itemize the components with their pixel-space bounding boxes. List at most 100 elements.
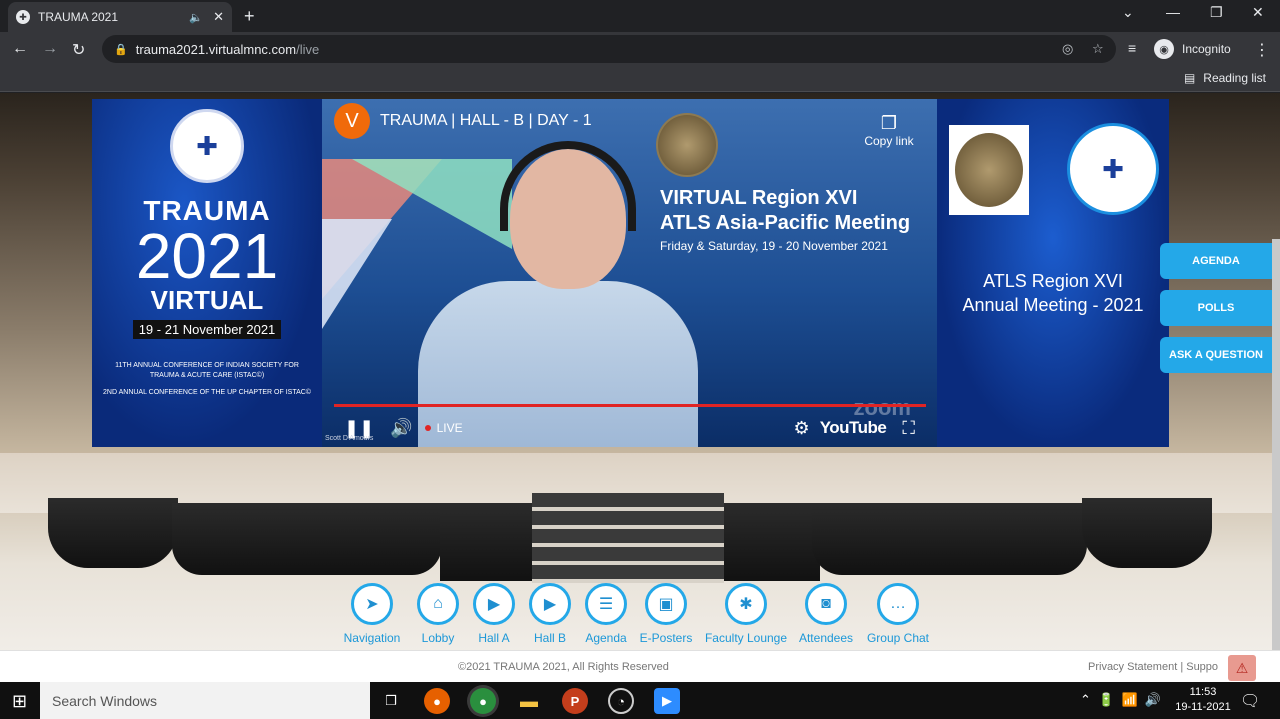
site-favicon-icon: ✚	[16, 10, 30, 24]
polls-button[interactable]: POLLS	[1160, 290, 1272, 326]
meeting-title: ATLS Region XVI Annual Meeting - 2021	[937, 269, 1169, 317]
faculty-lounge-icon: ✱	[725, 583, 767, 625]
speaker-headset	[500, 141, 636, 231]
video-title[interactable]: TRAUMA | HALL - B | DAY - 1	[380, 112, 592, 130]
browser-tab-strip: ✚ TRAUMA 2021 🔈 ✕ + ⌄ — ❐ ✕	[0, 0, 1280, 32]
slide-line1: VIRTUAL Region XVI	[660, 187, 858, 209]
video-header: V TRAUMA | HALL - B | DAY - 1	[322, 99, 937, 143]
browser-menu-icon[interactable]: ⋮	[1254, 40, 1270, 60]
banner-conference-line1: 11TH ANNUAL CONFERENCE OF INDIAN SOCIETY…	[115, 362, 299, 379]
media-control-icon[interactable]: ≡	[1128, 40, 1136, 56]
bookmark-star-icon[interactable]: ☆	[1092, 41, 1104, 57]
slide-line3: Friday & Saturday, 19 - 20 November 2021	[660, 239, 888, 253]
browser-tab[interactable]: ✚ TRAUMA 2021 🔈 ✕	[8, 2, 232, 32]
e-posters-icon: ▣	[645, 583, 687, 625]
zoom-icon[interactable]: ▶	[654, 688, 680, 714]
volume-icon[interactable]: 🔊	[390, 418, 412, 439]
atls-india-logo-icon: ✚	[1067, 123, 1159, 215]
new-tab-button[interactable]: +	[244, 6, 255, 27]
windows-start-icon[interactable]: ⊞	[12, 691, 27, 712]
stage-block	[1082, 498, 1212, 568]
agenda-button[interactable]: AGENDA	[1160, 243, 1272, 279]
nav-hall-a[interactable]: ▶ Hall A	[462, 583, 526, 645]
tab-search-chevron-icon[interactable]: ⌄	[1122, 4, 1134, 21]
channel-avatar[interactable]: V	[334, 103, 370, 139]
file-explorer-icon[interactable]: ▬	[516, 688, 542, 714]
fullscreen-icon[interactable]: ⛶	[902, 418, 915, 439]
nav-agenda[interactable]: ☰ Agenda	[574, 583, 638, 645]
istac-logo-icon: ✚	[170, 109, 244, 183]
incognito-icon: ◉	[1154, 39, 1174, 59]
banner-title-year: 2021	[135, 220, 279, 292]
nav-label: Agenda	[585, 631, 627, 645]
slide-title: VIRTUAL Region XVI ATLS Asia-Pacific Mee…	[660, 187, 910, 253]
obs-icon[interactable]: ◔	[608, 688, 634, 714]
copy-link-label: Copy link	[864, 134, 914, 148]
warning-icon[interactable]: ⚠	[1228, 655, 1256, 681]
tab-audio-icon[interactable]: 🔈	[189, 11, 203, 24]
page-scrollbar[interactable]	[1272, 239, 1280, 679]
footer-links[interactable]: Privacy Statement | Suppo	[1088, 661, 1218, 673]
footer-copyright: ©2021 TRAUMA 2021, All Rights Reserved	[458, 661, 669, 673]
nav-hall-b[interactable]: ▶ Hall B	[526, 583, 574, 645]
nav-navigation[interactable]: ➤ Navigation	[330, 583, 414, 645]
copy-link-button[interactable]: ❐ Copy link	[859, 113, 919, 148]
chrome-icon[interactable]: ●	[470, 688, 496, 714]
reading-list-button[interactable]: ▤ Reading list	[1184, 71, 1266, 85]
ask-question-button[interactable]: ASK A QUESTION	[1160, 337, 1272, 373]
task-view-icon[interactable]: ❒	[378, 688, 404, 714]
tracking-blocked-icon[interactable]: ◎	[1062, 41, 1073, 57]
taskbar-clock[interactable]: 11:53 19-11-2021	[1172, 685, 1234, 715]
minimize-button[interactable]: —	[1166, 4, 1180, 20]
windows-taskbar: ⊞ Search Windows ❒ ● ● ▬ P ◔ ▶ ⌃ 🔋 📶 🔊 1…	[0, 682, 1280, 719]
nav-label: Hall A	[478, 631, 510, 645]
nav-label: Group Chat	[866, 631, 930, 645]
address-bar[interactable]: 🔒 trauma2021.virtualmnc.com/live ◎ ☆	[102, 35, 1116, 63]
nav-lobby[interactable]: ⌂ Lobby	[414, 583, 462, 645]
firefox-icon[interactable]: ●	[424, 688, 450, 714]
reading-list-label: Reading list	[1203, 71, 1266, 85]
meeting-line1: ATLS Region XVI	[983, 271, 1123, 291]
close-window-button[interactable]: ✕	[1252, 4, 1264, 21]
clock-date: 19-11-2021	[1175, 701, 1231, 713]
tab-title: TRAUMA 2021	[38, 10, 119, 24]
windows-search-box[interactable]: Search Windows	[40, 682, 370, 719]
stage-block	[172, 503, 442, 575]
back-button[interactable]: ←	[12, 40, 28, 58]
left-banner: ✚ TRAUMA 2021 VIRTUAL 19 - 21 November 2…	[92, 99, 322, 447]
tab-close-icon[interactable]: ✕	[213, 9, 224, 25]
incognito-profile[interactable]: ◉ Incognito	[1154, 37, 1231, 61]
group-chat-icon: …	[877, 583, 919, 625]
youtube-logo[interactable]: YouTube	[820, 418, 887, 438]
agenda-icon: ☰	[585, 583, 627, 625]
nav-attendees[interactable]: ◙ Attendees	[798, 583, 854, 645]
live-indicator[interactable]: LIVE	[424, 421, 463, 435]
nav-faculty-lounge[interactable]: ✱ Faculty Lounge	[694, 583, 798, 645]
stage-steps	[532, 493, 724, 583]
youtube-live-player[interactable]: VIRTUAL Region XVI ATLS Asia-Pacific Mee…	[322, 99, 937, 447]
reading-list-icon: ▤	[1183, 71, 1196, 85]
copy-icon: ❐	[880, 113, 898, 133]
url-host: trauma2021.virtualmnc.com	[135, 41, 297, 57]
slide-line2: ATLS Asia-Pacific Meeting	[660, 212, 911, 234]
hall-a-icon: ▶	[473, 583, 515, 625]
stage-block	[48, 498, 178, 568]
forward-button[interactable]: →	[42, 40, 58, 58]
notification-center-icon[interactable]: 🗨	[1240, 691, 1260, 711]
hall-b-icon: ▶	[529, 583, 571, 625]
nav-e-posters[interactable]: ▣ E-Posters	[638, 583, 694, 645]
powerpoint-icon[interactable]: P	[562, 688, 588, 714]
live-progress-bar[interactable]	[334, 404, 926, 407]
meeting-line2: Annual Meeting - 2021	[962, 295, 1144, 315]
lobby-icon: ⌂	[417, 583, 459, 625]
nav-label: Attendees	[798, 631, 854, 645]
video-controls: ❚❚ 🔊 LIVE ⚙ YouTube ⛶	[322, 409, 937, 447]
browser-toolbar: ← → ↻ 🔒 trauma2021.virtualmnc.com/live ◎…	[0, 32, 1280, 66]
maximize-button[interactable]: ❐	[1210, 4, 1223, 21]
slide-shape	[322, 219, 392, 329]
settings-gear-icon[interactable]: ⚙	[794, 418, 810, 439]
reload-button[interactable]: ↻	[72, 40, 85, 60]
system-tray[interactable]: ⌃ 🔋 📶 🔊	[1080, 692, 1161, 708]
nav-group-chat[interactable]: … Group Chat	[854, 583, 942, 645]
clock-time: 11:53	[1189, 686, 1217, 698]
